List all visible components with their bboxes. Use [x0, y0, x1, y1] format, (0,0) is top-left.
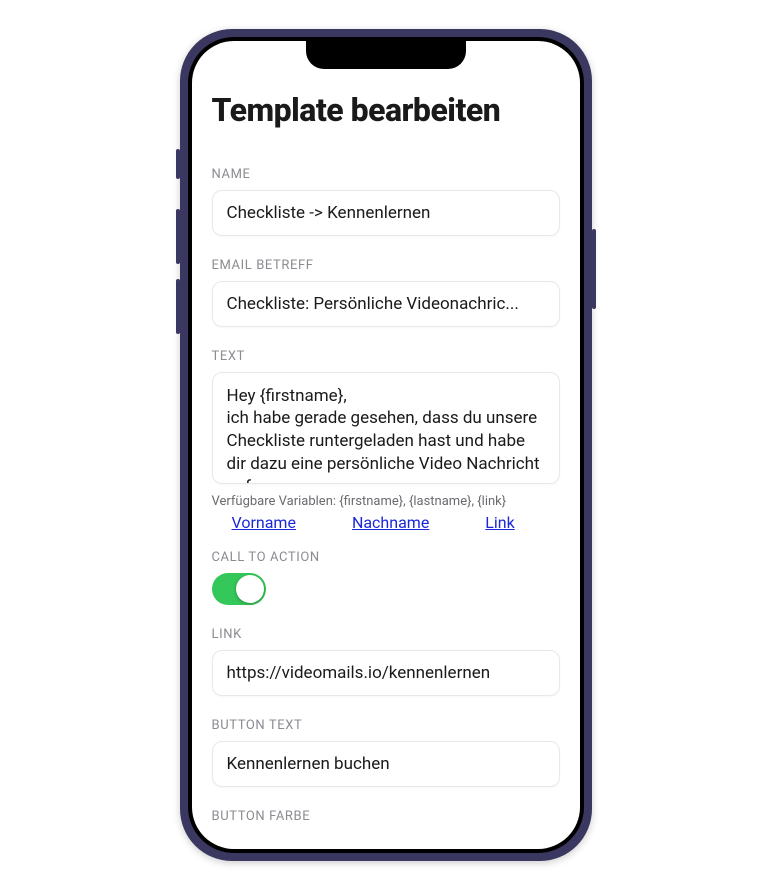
- label-cta: CALL TO ACTION: [212, 550, 560, 565]
- phone-side-button: [176, 279, 180, 334]
- input-email-subject[interactable]: [212, 281, 560, 327]
- input-button-text[interactable]: [212, 741, 560, 787]
- label-link: LINK: [212, 627, 560, 642]
- field-email-subject: EMAIL BETREFF: [212, 258, 560, 327]
- variables-hint: Verfügbare Variablen: {firstname}, {last…: [212, 494, 560, 509]
- label-name: NAME: [212, 167, 560, 182]
- input-link[interactable]: [212, 650, 560, 696]
- phone-screen: Template bearbeiten NAME EMAIL BETREFF T…: [192, 41, 580, 849]
- label-button-color: BUTTON FARBE: [212, 809, 560, 824]
- var-link-link[interactable]: Link: [485, 513, 514, 532]
- phone-bezel: Template bearbeiten NAME EMAIL BETREFF T…: [188, 37, 584, 853]
- field-button-text: BUTTON TEXT: [212, 718, 560, 787]
- field-name: NAME: [212, 167, 560, 236]
- label-text: TEXT: [212, 349, 560, 364]
- label-button-text: BUTTON TEXT: [212, 718, 560, 733]
- label-email-subject: EMAIL BETREFF: [212, 258, 560, 273]
- field-link: LINK: [212, 627, 560, 696]
- input-name[interactable]: [212, 190, 560, 236]
- var-link-firstname[interactable]: Vorname: [232, 513, 296, 532]
- textarea-text[interactable]: [212, 372, 560, 484]
- toggle-knob: [236, 575, 264, 603]
- field-cta: CALL TO ACTION: [212, 550, 560, 605]
- field-text: TEXT Verfügbare Variablen: {firstname}, …: [212, 349, 560, 509]
- toggle-cta[interactable]: [212, 573, 266, 605]
- field-button-color: BUTTON FARBE: [212, 809, 560, 824]
- variable-links: Vorname Nachname Link: [212, 513, 560, 532]
- var-link-lastname[interactable]: Nachname: [352, 513, 429, 532]
- phone-frame: Template bearbeiten NAME EMAIL BETREFF T…: [180, 29, 592, 861]
- phone-notch: [306, 41, 466, 69]
- phone-side-button: [592, 229, 596, 309]
- page-title: Template bearbeiten: [212, 91, 560, 129]
- phone-side-button: [176, 149, 180, 179]
- phone-side-button: [176, 209, 180, 264]
- form-content: Template bearbeiten NAME EMAIL BETREFF T…: [192, 41, 580, 849]
